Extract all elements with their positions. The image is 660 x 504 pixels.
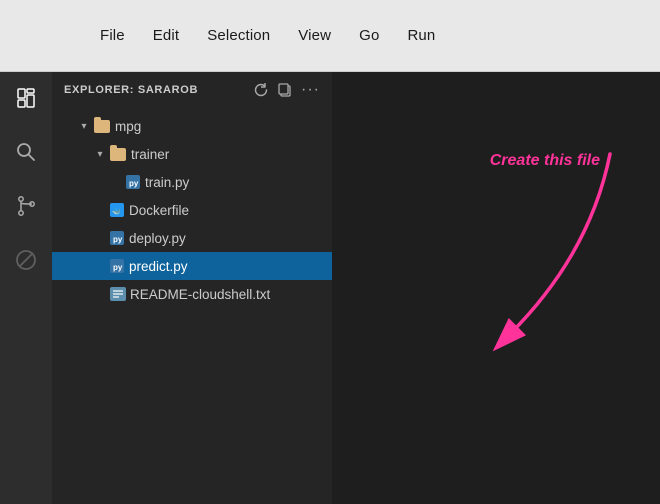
tree-item-deploy-py[interactable]: py deploy.py [52, 224, 332, 252]
menu-view[interactable]: View [298, 27, 331, 44]
file-predict-py-label: predict.py [129, 259, 188, 274]
svg-text:py: py [113, 263, 123, 272]
txt-icon [110, 287, 126, 301]
tree-item-trainer[interactable]: ▾ trainer [52, 140, 332, 168]
menu-file[interactable]: File [100, 27, 125, 44]
menu-selection[interactable]: Selection [207, 27, 270, 44]
docker-icon: 🐳 [110, 203, 124, 217]
annotation-arrow [470, 134, 650, 364]
annotation-area: Create this file [332, 72, 660, 504]
main-layout: EXPLORER: SARAROB ··· [0, 72, 660, 504]
activity-git-icon[interactable] [8, 188, 44, 224]
explorer-panel: EXPLORER: SARAROB ··· [52, 72, 332, 504]
menubar: File Edit Selection View Go Run [0, 0, 660, 72]
refresh-icon[interactable] [253, 82, 269, 98]
tree-item-train-py[interactable]: py train.py [52, 168, 332, 196]
tree-item-mpg[interactable]: ▾ mpg [52, 112, 332, 140]
chevron-down-icon: ▾ [76, 121, 92, 132]
file-train-py-label: train.py [145, 175, 189, 190]
svg-text:py: py [113, 235, 123, 244]
activity-explorer-icon[interactable] [8, 80, 44, 116]
menu-edit[interactable]: Edit [153, 27, 179, 44]
svg-text:🐳: 🐳 [112, 207, 121, 216]
tree-item-dockerfile[interactable]: 🐳 Dockerfile [52, 196, 332, 224]
tree-item-predict-py[interactable]: py predict.py [52, 252, 332, 280]
file-readme-label: README-cloudshell.txt [130, 287, 270, 302]
menu-run[interactable]: Run [407, 27, 435, 44]
activity-search-icon[interactable] [8, 134, 44, 170]
python-icon: py [126, 175, 140, 189]
more-actions-icon[interactable]: ··· [301, 81, 320, 99]
explorer-header: EXPLORER: SARAROB ··· [52, 72, 332, 108]
activity-bar [0, 72, 52, 504]
file-tree: ▾ mpg ▾ trainer py [52, 108, 332, 504]
svg-text:py: py [129, 179, 139, 188]
activity-disabled-icon[interactable] [8, 242, 44, 278]
copy-layout-icon[interactable] [277, 82, 293, 98]
menu-go[interactable]: Go [359, 27, 379, 44]
python-icon-predict: py [110, 259, 124, 273]
file-dockerfile-label: Dockerfile [129, 203, 189, 218]
chevron-down-icon-trainer: ▾ [92, 149, 108, 160]
tree-item-readme[interactable]: README-cloudshell.txt [52, 280, 332, 308]
file-deploy-py-label: deploy.py [129, 231, 186, 246]
folder-trainer-label: trainer [131, 147, 169, 162]
explorer-title: EXPLORER: SARAROB [64, 84, 198, 96]
python-icon-deploy: py [110, 231, 124, 245]
folder-mpg-label: mpg [115, 119, 141, 134]
explorer-actions: ··· [253, 81, 320, 99]
